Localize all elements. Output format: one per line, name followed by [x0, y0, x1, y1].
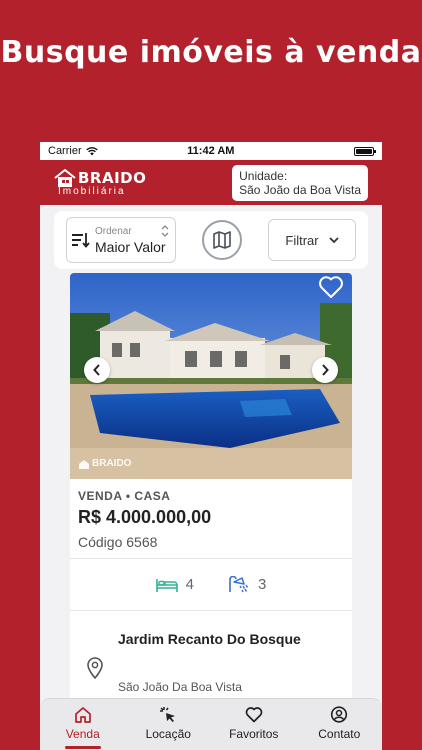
watermark-text: BRAIDO	[92, 458, 132, 469]
shower-icon	[229, 575, 249, 592]
status-bar: Carrier 11:42 AM	[40, 142, 382, 160]
tab-favoritos[interactable]: Favoritos	[219, 706, 289, 741]
photo-watermark: BRAIDO	[78, 458, 131, 469]
tab-label: Favoritos	[229, 727, 279, 741]
wifi-icon	[85, 146, 98, 155]
bathrooms-feature: 3	[228, 575, 267, 594]
list-toolbar: Ordenar Maior Valor Filtrar	[54, 211, 368, 269]
neighborhood-name: Jardim Recanto Do Bosque	[118, 631, 301, 647]
house-logo-icon	[54, 168, 76, 187]
bed-icon	[155, 578, 178, 592]
sort-button[interactable]: Ordenar Maior Valor	[66, 217, 176, 263]
property-features: 4 3	[70, 559, 352, 611]
logo-brand-text: BRAIDO	[78, 168, 147, 187]
listing-code: Código 6568	[78, 534, 158, 550]
filter-label: Filtrar	[285, 232, 319, 248]
user-circle-icon	[331, 706, 348, 723]
tab-contato[interactable]: Contato	[304, 706, 374, 741]
sort-value: Maior Valor	[95, 238, 166, 255]
listing-type: VENDA • CASA	[78, 489, 171, 503]
property-card[interactable]: BRAIDO VENDA • CASA R$ 4.000.000,00 Códi…	[70, 273, 352, 743]
chevron-up-down-icon	[161, 225, 169, 237]
tab-label: Venda	[65, 727, 100, 741]
chevron-right-icon	[322, 364, 329, 376]
bedrooms-feature: 4	[155, 576, 194, 593]
property-image	[70, 273, 352, 479]
active-tab-indicator	[64, 746, 101, 749]
tab-label: Contato	[318, 727, 361, 741]
battery-icon	[353, 146, 376, 156]
chevron-left-icon	[93, 364, 100, 376]
filter-button[interactable]: Filtrar	[268, 219, 356, 261]
bottom-tab-bar: Venda Locação Favoritos Contato	[40, 698, 382, 750]
favorite-heart-icon[interactable]	[318, 275, 344, 299]
house-watermark-icon	[79, 459, 89, 469]
chevron-down-icon	[328, 236, 339, 243]
tab-venda[interactable]: Venda	[48, 706, 118, 749]
property-photo[interactable]: BRAIDO	[70, 273, 352, 479]
listing-price: R$ 4.000.000,00	[78, 507, 212, 527]
app-header: BRAIDO Imobiliária Unidade: São João da …	[40, 160, 382, 205]
heart-icon	[245, 707, 263, 723]
photo-next-button[interactable]	[312, 357, 338, 383]
phone-screen: Carrier 11:42 AM BRAIDO Imobiliária Unid…	[40, 142, 382, 750]
bathrooms-count: 3	[258, 576, 267, 593]
home-icon	[74, 707, 91, 723]
map-icon	[213, 231, 231, 249]
unit-label: Unidade:	[239, 168, 288, 183]
location-pin-icon	[87, 657, 103, 679]
sort-label: Ordenar	[95, 225, 132, 237]
tab-label: Locação	[145, 727, 191, 741]
promo-headline: Busque imóveis à venda	[0, 35, 422, 70]
clock: 11:42 AM	[187, 145, 235, 157]
logo-sub-text: Imobiliária	[58, 185, 126, 197]
sort-icon	[72, 233, 90, 248]
cursor-click-icon	[160, 707, 176, 722]
map-view-button[interactable]	[202, 220, 242, 260]
carrier-label: Carrier	[48, 145, 82, 157]
tab-locacao[interactable]: Locação	[133, 706, 203, 741]
bedrooms-count: 4	[185, 576, 194, 593]
unit-value: São João da Boa Vista	[239, 182, 361, 197]
brand-logo[interactable]: BRAIDO Imobiliária	[54, 168, 147, 197]
unit-selector[interactable]: Unidade: São João da Boa Vista	[232, 164, 368, 201]
city-name: São João Da Boa Vista	[118, 680, 242, 694]
property-info: VENDA • CASA R$ 4.000.000,00 Código 6568	[70, 479, 352, 559]
photo-prev-button[interactable]	[84, 357, 110, 383]
